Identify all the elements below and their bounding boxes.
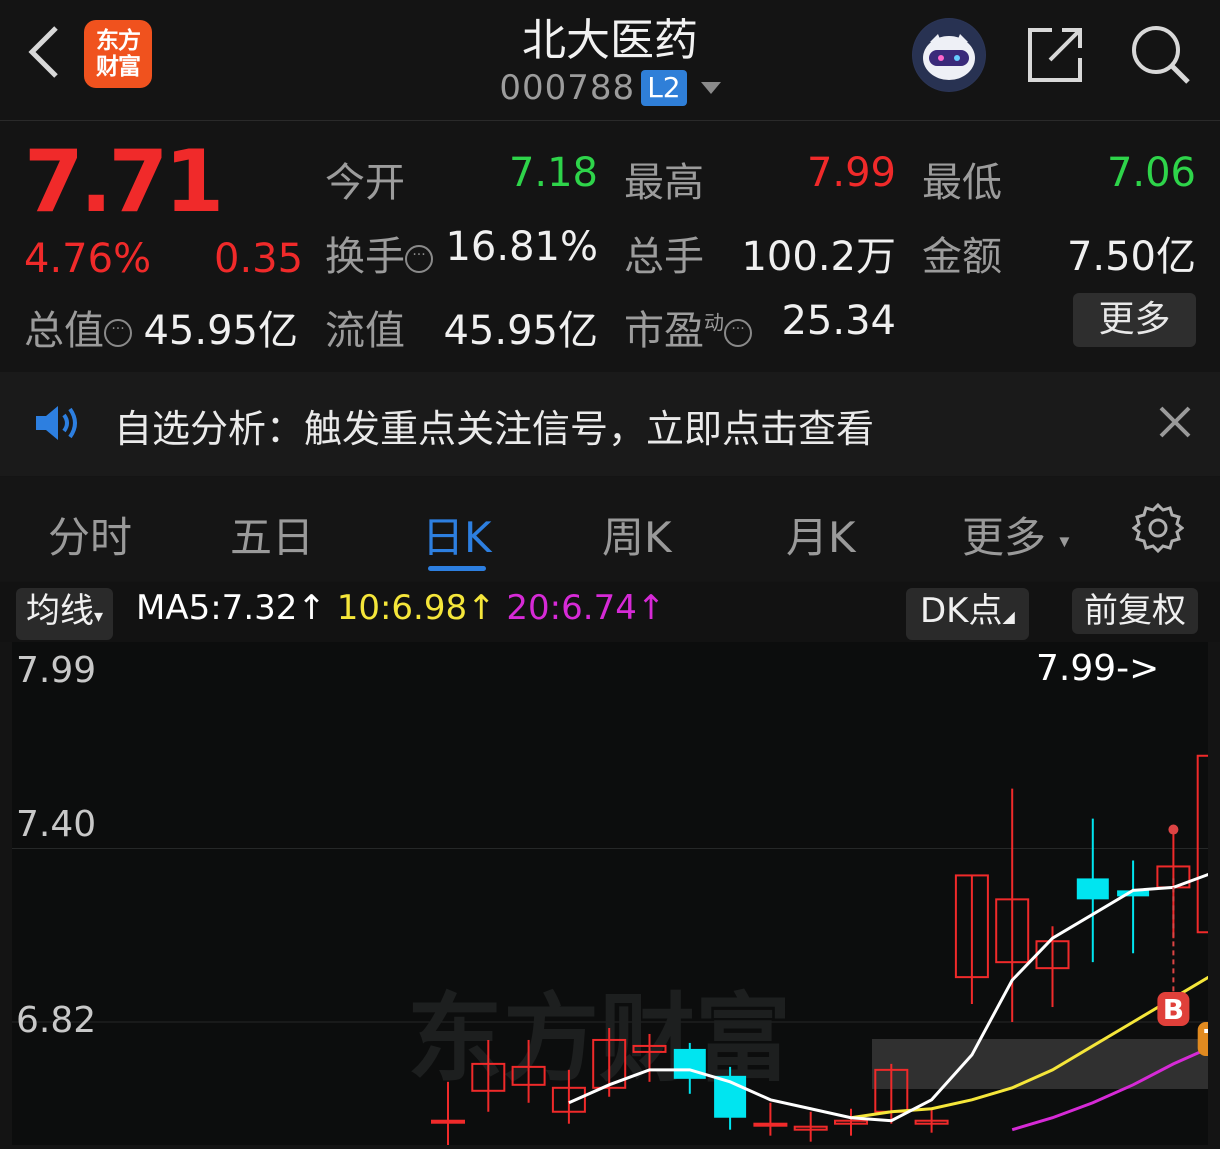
buy-signal-label: B xyxy=(1163,993,1184,1026)
ma-select-button[interactable]: 均线▾ xyxy=(16,588,114,640)
candle-body xyxy=(1076,878,1109,900)
info-icon: ··· xyxy=(104,319,132,347)
dk-point-label: DK点 xyxy=(920,591,1003,631)
high-label: 最高 xyxy=(624,160,704,206)
turnover-value: 16.81% xyxy=(445,224,598,270)
pe-label[interactable]: 市盈动 ··· xyxy=(624,298,752,356)
close-icon[interactable] xyxy=(1158,405,1192,439)
pe-value: 25.34 xyxy=(781,298,896,344)
more-quote-button[interactable]: 更多 xyxy=(1073,293,1196,347)
share-icon[interactable] xyxy=(1024,22,1088,86)
volume-value: 100.2万 xyxy=(741,234,896,280)
dk-point-button[interactable]: DK点◢ xyxy=(906,588,1029,640)
tab-more-label: 更多 xyxy=(962,513,1047,562)
search-icon[interactable] xyxy=(1128,22,1192,86)
buy-signal-dot xyxy=(1168,824,1179,835)
y-tick-high: 7.99 xyxy=(16,650,97,691)
active-tab-indicator xyxy=(428,566,486,571)
tab-five-day[interactable]: 五日 xyxy=(230,504,314,565)
tab-intraday[interactable]: 分时 xyxy=(48,504,132,565)
market-cap-label[interactable]: 总值 ··· xyxy=(24,298,132,356)
corner-caret-icon: ◢ xyxy=(1002,607,1015,626)
kline-chart[interactable]: 东方财富BT xyxy=(12,642,1220,1148)
market-cap-label-text: 总值 xyxy=(24,308,104,354)
market-cap-value: 45.95亿 xyxy=(143,308,298,354)
turnover-label-text: 换手 xyxy=(325,234,405,280)
tab-weekly-k[interactable]: 周K xyxy=(602,504,672,565)
open-label: 今开 xyxy=(325,160,405,206)
y-tick-mid: 7.40 xyxy=(16,804,97,845)
ma5-value: MA5:7.32↑ xyxy=(136,588,326,628)
ma-select-label: 均线 xyxy=(26,591,94,631)
float-cap-label: 流值 xyxy=(325,308,405,354)
max-price-marker: 7.99-> xyxy=(1036,648,1160,689)
pe-superscript: 动 xyxy=(704,310,724,335)
notice-text[interactable]: 自选分析：触发重点关注信号，立即点击查看 xyxy=(114,398,874,453)
low-value: 7.06 xyxy=(1106,150,1196,196)
candle-body xyxy=(753,1122,788,1127)
tab-daily-k[interactable]: 日K xyxy=(422,504,492,565)
ma20-value: 20:6.74↑ xyxy=(506,588,666,628)
header-divider xyxy=(0,120,1220,121)
open-value: 7.18 xyxy=(508,150,598,196)
amount-value: 7.50亿 xyxy=(1066,234,1196,280)
amount-label: 金额 xyxy=(922,234,1002,280)
turnover-label[interactable]: 换手 ··· xyxy=(325,224,433,282)
ma-readout: MA5:7.32↑ 10:6.98↑ 20:6.74↑ xyxy=(136,588,665,628)
tab-monthly-k[interactable]: 月K xyxy=(786,504,856,565)
take-signal-label: T xyxy=(1204,1023,1208,1056)
caret-down-icon: ▾ xyxy=(94,606,104,627)
float-cap-value: 45.95亿 xyxy=(443,308,598,354)
change-percent: 4.76% xyxy=(24,236,152,282)
change-amount: 0.35 xyxy=(214,236,304,282)
gear-icon[interactable] xyxy=(1131,502,1185,554)
info-icon: ··· xyxy=(405,245,433,273)
y-tick-low: 6.82 xyxy=(16,1000,97,1041)
stock-code: 000788 xyxy=(499,68,636,108)
candle-body xyxy=(431,1119,465,1124)
info-icon: ··· xyxy=(724,319,752,347)
robot-avatar-icon[interactable] xyxy=(912,18,986,92)
high-value: 7.99 xyxy=(806,150,896,196)
chevron-down-icon xyxy=(700,82,721,94)
dk-zone-band xyxy=(872,1039,1208,1089)
candle-body xyxy=(1196,754,1220,934)
kline-svg: 东方财富BT xyxy=(12,672,1220,1148)
speaker-icon xyxy=(32,400,82,446)
pe-label-text: 市盈 xyxy=(624,308,704,354)
ma10-value: 10:6.98↑ xyxy=(336,588,496,628)
volume-label: 总手 xyxy=(624,234,704,280)
level2-badge: L2 xyxy=(641,70,687,106)
last-price: 7.71 xyxy=(24,132,224,232)
low-label: 最低 xyxy=(922,160,1002,206)
caret-down-icon: ▾ xyxy=(1059,528,1070,553)
tab-more[interactable]: 更多 ▾ xyxy=(962,504,1069,565)
adjust-price-button[interactable]: 前复权 xyxy=(1072,588,1198,634)
